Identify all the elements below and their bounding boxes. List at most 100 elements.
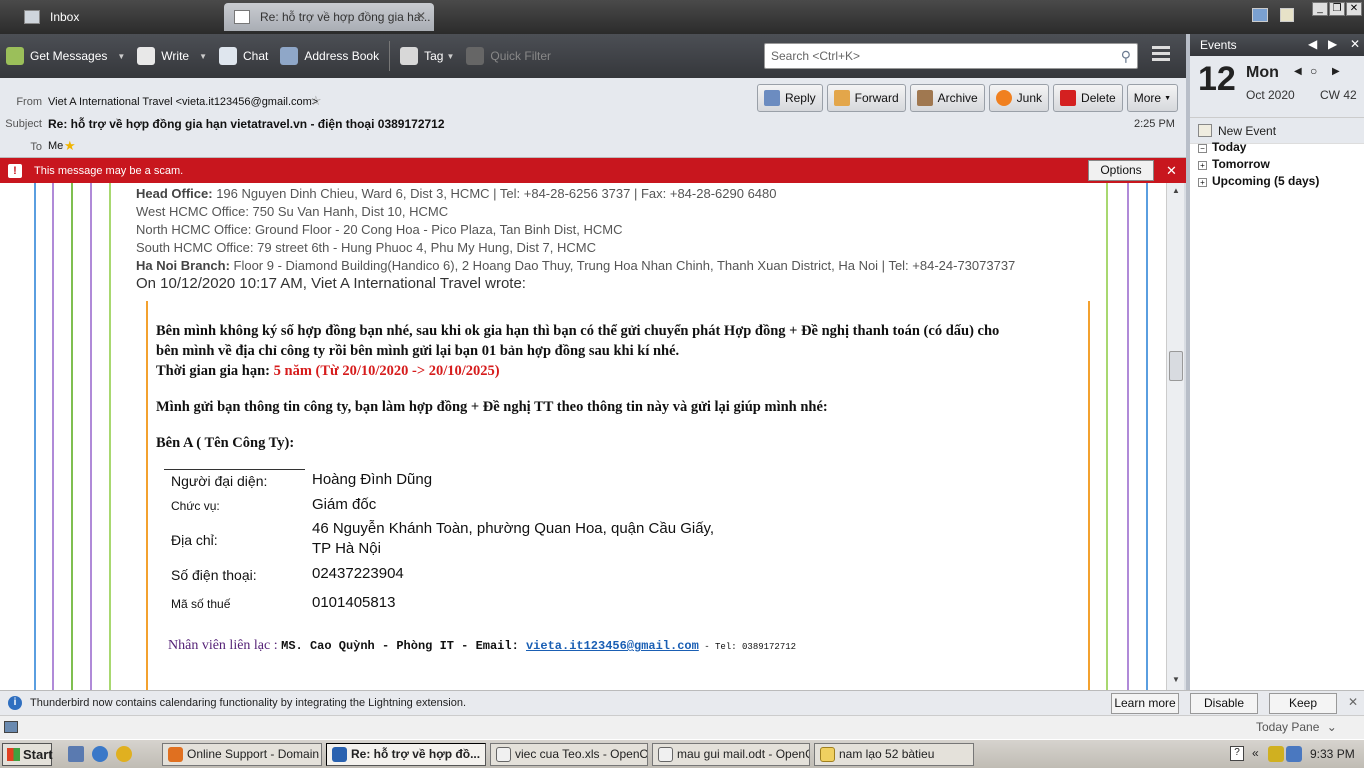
scroll-down-icon[interactable]: ▼ [1170, 675, 1182, 687]
search-input[interactable]: Search <Ctrl+K> ⚲ [764, 43, 1138, 69]
tag-button[interactable]: Tag ▼ [394, 41, 460, 71]
more-button[interactable]: More ▼ [1126, 84, 1178, 112]
shield-icon[interactable] [1268, 746, 1284, 762]
quote-line [1127, 183, 1129, 690]
archive-button[interactable]: Archive [909, 84, 985, 112]
close-icon[interactable]: ✕ [1348, 695, 1358, 709]
forward-icon [833, 90, 850, 106]
junk-label: Junk [1016, 91, 1043, 105]
maximize-button[interactable]: ❐ [1329, 2, 1345, 16]
more-label: More [1133, 91, 1162, 105]
star-icon[interactable]: ☆ [310, 93, 322, 109]
inbox-icon [24, 10, 40, 24]
learn-more-button[interactable]: Learn more [1111, 693, 1179, 714]
chevron-down-icon[interactable]: ▼ [117, 52, 125, 61]
from-value[interactable]: Viet A International Travel <vieta.it123… [48, 96, 318, 108]
quote-paragraph-1-line-2: bên mình về địa chỉ công ty rồi bên mình… [156, 343, 680, 359]
flame-icon [995, 90, 1012, 106]
subject-label: Subject [5, 118, 42, 130]
chat-button[interactable]: Chat [213, 41, 274, 71]
close-icon[interactable]: ✕ [1166, 163, 1177, 179]
close-tab-icon[interactable]: ✕ [414, 9, 428, 23]
chat-icon [219, 47, 237, 65]
spreadsheet-icon [496, 747, 511, 762]
contact-tel: - Tel: 0389172712 [698, 642, 797, 652]
search-icon[interactable]: ⚲ [1121, 48, 1131, 65]
hanoi-label: Ha Noi Branch: [136, 258, 230, 273]
quick-filter-button[interactable]: Quick Filter [460, 41, 557, 71]
forward-button[interactable]: Forward [826, 84, 906, 112]
events-date: 12 Mon ◀ ○ ▶ Oct 2020 CW 42 [1190, 56, 1364, 118]
taskbar-item[interactable]: nam lạo 52 bàtieu [814, 743, 974, 766]
events-pane: Events ◀ ▶ ✕ 12 Mon ◀ ○ ▶ Oct 2020 CW 42… [1186, 34, 1364, 690]
next-day-icon[interactable]: ▶ [1332, 66, 1340, 77]
event-day-of-week: Mon [1246, 64, 1279, 81]
address-book-button[interactable]: Address Book [274, 41, 385, 71]
disable-button[interactable]: Disable [1190, 693, 1258, 714]
help-icon[interactable]: ? [1230, 746, 1244, 761]
chevron-down-icon[interactable]: ▼ [446, 52, 454, 61]
online-status-icon[interactable] [4, 721, 18, 733]
next-arrow-icon[interactable]: ▶ [1328, 37, 1337, 51]
prev-day-icon[interactable]: ◀ [1294, 66, 1302, 77]
get-messages-button[interactable]: Get Messages ▼ [0, 41, 131, 71]
today-circle-icon[interactable]: ○ [1310, 64, 1317, 78]
chevron-down-icon[interactable]: ▼ [199, 52, 207, 61]
reply-button[interactable]: Reply [756, 84, 823, 112]
delete-x-icon [1060, 90, 1077, 106]
browser-icon[interactable] [92, 746, 108, 762]
quote-intro: On 10/12/2020 10:17 AM, Viet A Internati… [136, 275, 526, 292]
address-book-icon [280, 47, 299, 65]
system-clock: 9:33 PM [1310, 747, 1355, 761]
quicklaunch-icon[interactable] [68, 746, 84, 762]
close-icon[interactable]: ✕ [1350, 37, 1360, 51]
address-line-1: 46 Nguyễn Khánh Toàn, phường Quan Hoa, q… [312, 520, 715, 537]
taskbar-item-active[interactable]: Re: hỗ trợ về hợp đồ... [326, 743, 486, 766]
warning-icon: ! [8, 163, 22, 178]
events-tomorrow-group[interactable]: + Tomorrow [1198, 157, 1270, 171]
info-icon: i [8, 696, 22, 710]
expand-tray-icon[interactable]: « [1252, 746, 1259, 760]
taskbar-item[interactable]: Online Support - Domain |... [162, 743, 322, 766]
tab-message[interactable]: Re: hỗ trợ về hợp đồng gia ha... ✕ [224, 3, 434, 31]
message-scrollbar[interactable]: ▲ ▼ [1166, 183, 1184, 690]
message-body: Head Office: 196 Nguyen Dinh Chieu, Ward… [0, 183, 1166, 690]
expand-icon[interactable]: + [1198, 178, 1207, 187]
scroll-thumb[interactable] [1169, 351, 1183, 381]
events-today-group[interactable]: − Today [1198, 140, 1246, 154]
scroll-up-icon[interactable]: ▲ [1170, 186, 1182, 198]
start-button[interactable]: Start [2, 743, 53, 766]
quote-line [71, 183, 73, 690]
chrome-icon[interactable] [116, 746, 132, 762]
calendar-tab-icon[interactable] [1280, 8, 1294, 22]
junk-button[interactable]: Junk [988, 84, 1050, 112]
events-upcoming-group[interactable]: + Upcoming (5 days) [1198, 174, 1319, 188]
today-pane-label: Today Pane [1256, 720, 1320, 734]
layout-icon[interactable] [1252, 8, 1268, 22]
to-value[interactable]: Me [48, 140, 63, 152]
network-icon[interactable] [1286, 746, 1302, 762]
scam-options-button[interactable]: Options [1088, 160, 1154, 181]
star-icon[interactable]: ★ [64, 138, 76, 154]
quote-line [1146, 183, 1148, 690]
chevron-down-icon: ▼ [1164, 94, 1171, 102]
signature-west: West HCMC Office: 750 Su Van Hanh, Dist … [136, 204, 449, 219]
today-pane-button[interactable]: Today Pane ⌄ [1256, 720, 1337, 734]
quote-line [34, 183, 36, 690]
app-menu-button[interactable] [1152, 46, 1170, 64]
contact-email-link[interactable]: vieta.it123456@gmail.com [526, 639, 699, 653]
collapse-icon[interactable]: − [1198, 144, 1207, 153]
delete-button[interactable]: Delete [1053, 84, 1123, 112]
tax-value: 0101405813 [312, 594, 396, 611]
taskbar-item[interactable]: mau gui mail.odt - OpenOf... [652, 743, 810, 766]
document-icon [658, 747, 673, 762]
prev-arrow-icon[interactable]: ◀ [1308, 37, 1317, 51]
taskbar-item[interactable]: viec cua Teo.xls - OpenO... [490, 743, 648, 766]
keep-button[interactable]: Keep [1269, 693, 1337, 714]
tag-label: Tag [424, 49, 444, 63]
write-button[interactable]: Write ▼ [131, 41, 213, 71]
minimize-button[interactable]: _ [1312, 2, 1328, 16]
tab-inbox[interactable]: Inbox [14, 3, 214, 31]
close-window-button[interactable]: ✕ [1346, 2, 1362, 16]
expand-icon[interactable]: + [1198, 161, 1207, 170]
